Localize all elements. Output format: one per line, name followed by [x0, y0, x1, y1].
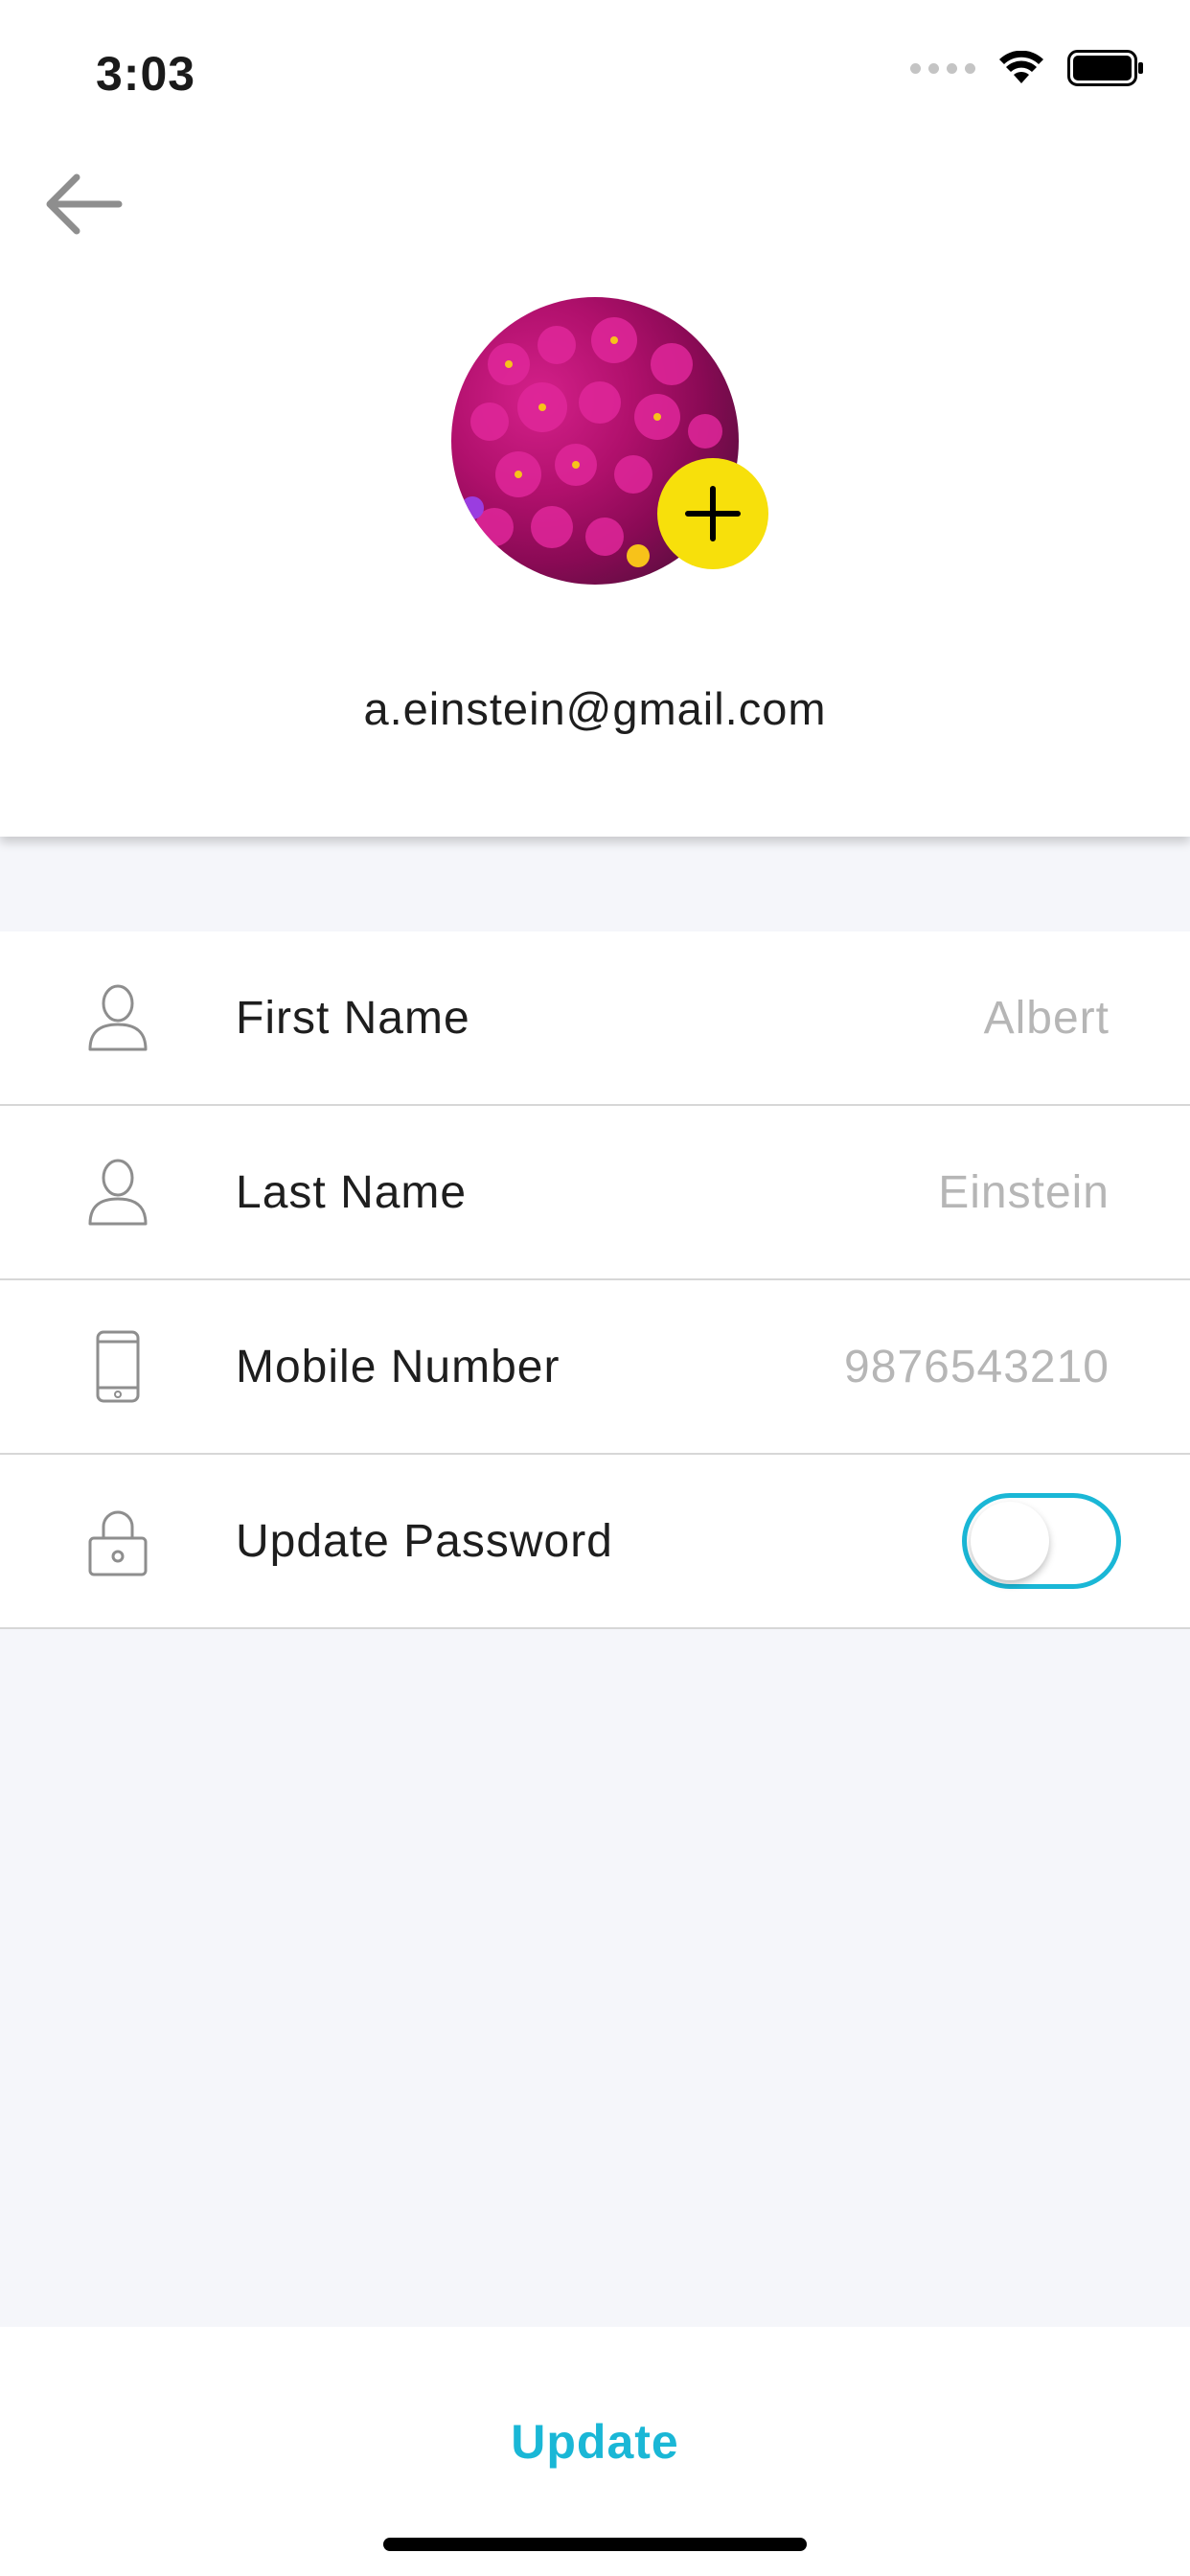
- bottom-bar: Update: [0, 2327, 1190, 2576]
- profile-header: 3:03 a.einstein@gmail.com: [0, 0, 1190, 837]
- update-password-label: Update Password: [236, 1515, 613, 1567]
- user-email: a.einstein@gmail.com: [363, 683, 827, 734]
- status-time: 3:03: [96, 47, 196, 101]
- mobile-number-row: Mobile Number: [0, 1280, 1190, 1455]
- battery-icon: [1067, 50, 1143, 86]
- status-bar: 3:03: [0, 0, 1190, 144]
- update-password-toggle[interactable]: [962, 1493, 1121, 1589]
- first-name-row: First Name: [0, 932, 1190, 1106]
- first-name-input[interactable]: [707, 991, 1110, 1045]
- lock-icon: [84, 1503, 151, 1579]
- toggle-knob: [971, 1502, 1049, 1580]
- edit-profile-screen: 3:03 a.einstein@gmail.com First Name Alb…: [0, 0, 1190, 2576]
- update-button[interactable]: Update: [0, 2384, 1190, 2499]
- plus-icon: [685, 486, 741, 541]
- arrow-left-icon: [46, 173, 123, 235]
- home-indicator: [383, 2538, 807, 2551]
- profile-form: First Name Last Name M: [0, 932, 1190, 1629]
- avatar-container: [451, 297, 768, 585]
- mobile-phone-icon: [84, 1328, 151, 1405]
- back-button[interactable]: [34, 161, 130, 247]
- mobile-number-label: Mobile Number: [236, 1341, 561, 1392]
- wifi-icon: [999, 51, 1043, 83]
- cellular-signal-icon: [910, 62, 975, 74]
- user-icon: [84, 979, 151, 1056]
- last-name-label: Last Name: [236, 1166, 468, 1218]
- first-name-label: First Name: [236, 992, 470, 1044]
- user-icon: [84, 1154, 151, 1230]
- add-photo-button[interactable]: [657, 458, 768, 569]
- update-password-row: Update Password: [0, 1455, 1190, 1629]
- last-name-row: Last Name: [0, 1106, 1190, 1280]
- last-name-input[interactable]: [707, 1165, 1110, 1219]
- mobile-number-input[interactable]: [707, 1340, 1110, 1393]
- status-icons: [910, 50, 1144, 86]
